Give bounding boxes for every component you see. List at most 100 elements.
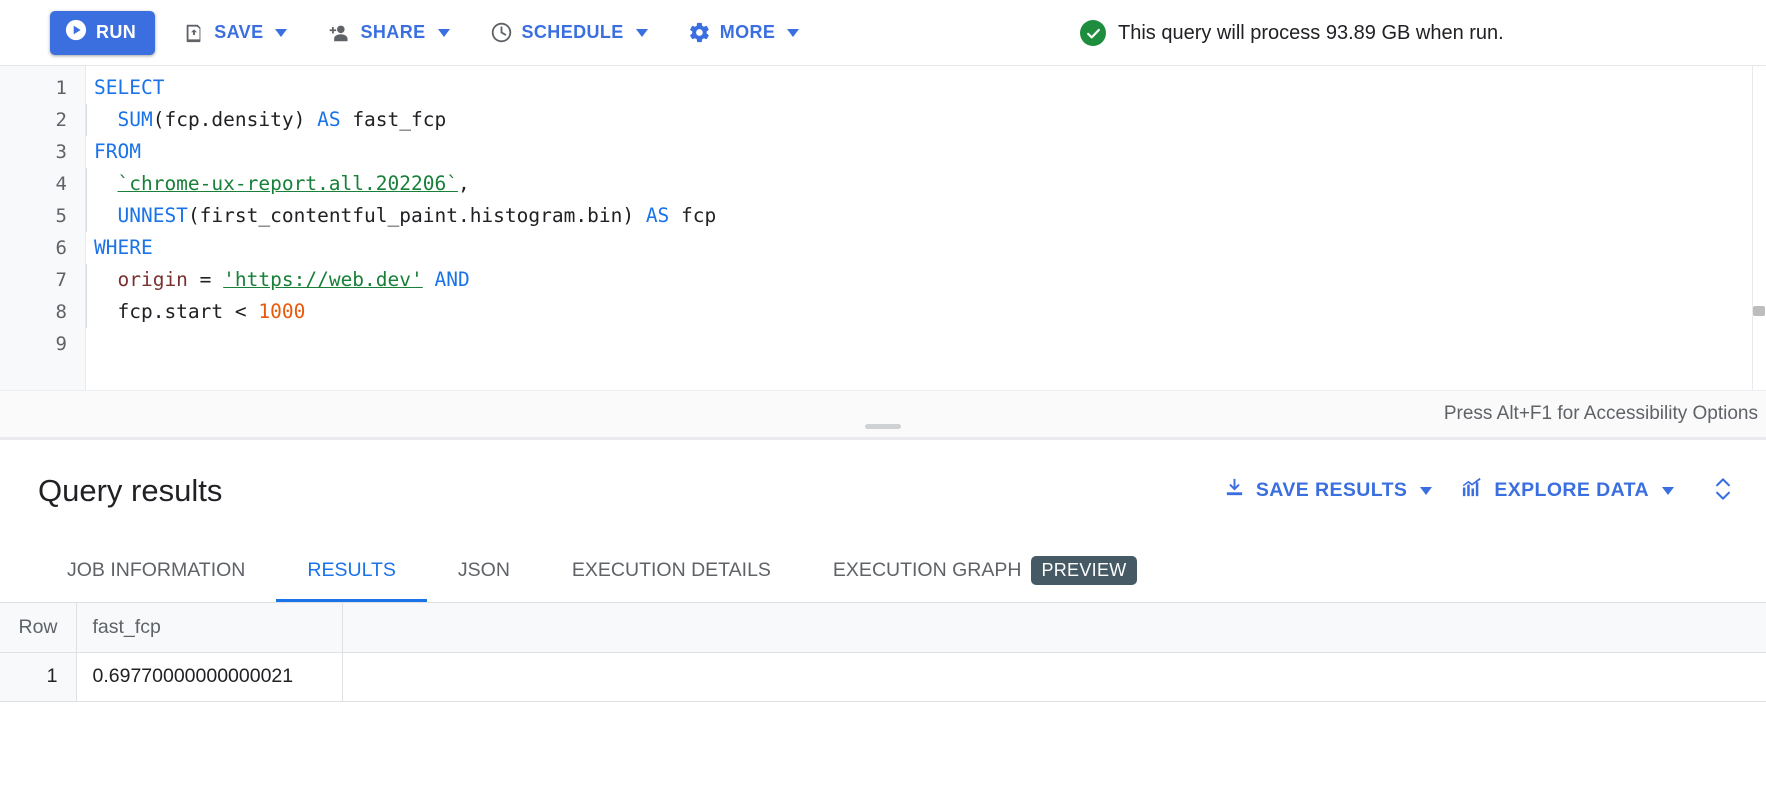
code-line[interactable]: UNNEST(first_contentful_paint.histogram.… <box>86 200 1766 232</box>
code-token: AND <box>434 268 470 291</box>
tab-label: RESULTS <box>307 558 396 581</box>
run-query-button[interactable]: RUN <box>50 10 156 55</box>
results-table-container: Row fast_fcp 1 0.69770000000000021 <box>0 603 1766 702</box>
tab-job-information[interactable]: JOB INFORMATION <box>36 541 276 602</box>
save-button-label: SAVE <box>214 22 264 42</box>
editor-footer: Press Alt+F1 for Accessibility Options <box>0 390 1766 437</box>
more-button[interactable]: MORE <box>676 11 812 55</box>
schedule-button-label: SCHEDULE <box>521 22 624 42</box>
column-header-fast-fcp[interactable]: fast_fcp <box>76 603 343 653</box>
tab-execution-details[interactable]: EXECUTION DETAILS <box>541 541 802 602</box>
tab-label: EXECUTION GRAPH <box>832 558 1022 581</box>
results-tab-bar[interactable]: JOB INFORMATION RESULTS JSON EXECUTION DETA… <box>0 541 1766 603</box>
cell-fast-fcp[interactable]: 0.69770000000000021 <box>76 652 343 702</box>
code-line[interactable]: FROM <box>86 136 1766 168</box>
code-line[interactable]: `chrome-ux-report.all.202206`, <box>86 168 1766 200</box>
line-number: 8 <box>55 301 67 323</box>
code-token: origin <box>117 268 188 291</box>
line-number: 5 <box>55 205 67 227</box>
table-header-row: Row fast_fcp <box>0 603 1766 653</box>
play-circle-icon <box>65 19 87 46</box>
chevron-down-icon <box>635 28 648 37</box>
line-number: 2 <box>55 109 67 131</box>
code-line[interactable]: SELECT <box>86 72 1766 104</box>
code-token: (first_contentful_paint.histogram.bin) <box>187 204 646 227</box>
tab-label: JOB INFORMATION <box>67 558 246 581</box>
panel-resize-handle[interactable] <box>865 424 901 429</box>
code-token: SUM <box>117 108 153 131</box>
chevron-down-icon <box>787 28 800 37</box>
tab-execution-graph[interactable]: EXECUTION GRAPH PREVIEW <box>802 541 1168 602</box>
person-add-icon <box>327 22 351 44</box>
line-number: 1 <box>55 77 67 99</box>
tab-label: JSON <box>457 558 510 581</box>
bigquery-query-editor-page: RUN SAVE SHARE SCHEDULE MORE This query … <box>0 0 1766 794</box>
schedule-button[interactable]: SCHEDULE <box>478 11 660 55</box>
share-button-label: SHARE <box>360 22 426 42</box>
tab-json[interactable]: JSON <box>427 541 541 602</box>
save-icon <box>183 22 205 44</box>
line-number: 4 <box>55 173 67 195</box>
expand-results-panel-button[interactable] <box>1688 474 1752 507</box>
results-table-head: Row fast_fcp <box>0 603 1766 653</box>
code-token: = <box>187 268 224 291</box>
code-token: , <box>457 172 470 195</box>
chevron-down-icon <box>1420 486 1433 495</box>
scrollbar-thumb[interactable] <box>1753 306 1765 316</box>
code-token: (fcp.density) <box>152 108 318 131</box>
code-token: AS <box>645 204 670 227</box>
sql-editor[interactable]: 1 2 3 4 5 6 7 8 9 SELECT SUM(fcp.density) AS fas… <box>0 66 1766 437</box>
query-toolbar: RUN SAVE SHARE SCHEDULE MORE This query … <box>0 0 1766 66</box>
column-header-filler <box>342 603 1766 653</box>
code-line[interactable]: SUM(fcp.density) AS fast_fcp <box>86 104 1766 136</box>
line-number: 7 <box>55 269 67 291</box>
code-token: UNNEST <box>117 204 188 227</box>
save-results-label: SAVE RESULTS <box>1255 479 1408 501</box>
editor-code-area[interactable]: SELECT SUM(fcp.density) AS fast_fcp FROM … <box>85 66 1766 437</box>
tab-results[interactable]: RESULTS <box>276 541 427 602</box>
line-number: 6 <box>55 237 67 259</box>
share-button[interactable]: SHARE <box>315 11 461 55</box>
code-token: SELECT <box>94 76 165 99</box>
editor-vertical-scrollbar[interactable] <box>1752 66 1766 390</box>
cell-filler <box>342 652 1766 702</box>
code-token: 'https://web.dev' <box>223 268 423 291</box>
table-row[interactable]: 1 0.69770000000000021 <box>0 652 1766 702</box>
code-token: WHERE <box>94 236 153 259</box>
explore-data-label: EXPLORE DATA <box>1494 479 1649 501</box>
gear-icon <box>688 21 711 44</box>
code-token: `chrome-ux-report.all.202206` <box>117 172 458 195</box>
accessibility-hint: Press Alt+F1 for Accessibility Options <box>1443 403 1758 424</box>
code-token: fast_fcp <box>340 108 447 131</box>
analytics-chart-icon <box>1460 476 1484 505</box>
chevron-down-icon <box>1662 486 1674 495</box>
results-table: Row fast_fcp 1 0.69770000000000021 <box>0 603 1766 702</box>
save-results-button[interactable]: SAVE RESULTS <box>1209 467 1446 515</box>
line-number: 3 <box>55 141 67 163</box>
clock-icon <box>490 21 513 44</box>
query-results-title: Query results <box>38 472 223 508</box>
code-line[interactable]: fcp.start < 1000 <box>86 296 1766 328</box>
code-token: FROM <box>94 140 141 163</box>
code-token: fcp.start <box>117 300 235 323</box>
chevron-down-icon <box>275 28 288 37</box>
run-button-label: RUN <box>96 22 137 42</box>
unfold-more-icon <box>1710 474 1736 507</box>
code-token: fcp <box>669 204 717 227</box>
editor-line-number-gutter: 1 2 3 4 5 6 7 8 9 <box>0 66 85 437</box>
column-header-row[interactable]: Row <box>0 603 77 653</box>
more-button-label: MORE <box>719 22 776 42</box>
cell-row-index: 1 <box>0 652 77 702</box>
code-line[interactable]: WHERE <box>86 232 1766 264</box>
save-button[interactable]: SAVE <box>171 11 299 55</box>
tab-label: EXECUTION DETAILS <box>571 558 771 581</box>
query-cost-text: This query will process 93.89 GB when ru… <box>1118 21 1504 44</box>
code-line[interactable] <box>86 328 1766 360</box>
code-token: AS <box>317 108 341 131</box>
explore-data-button[interactable]: EXPLORE DATA <box>1446 467 1688 515</box>
code-line[interactable]: origin = 'https://web.dev' AND <box>86 264 1766 296</box>
